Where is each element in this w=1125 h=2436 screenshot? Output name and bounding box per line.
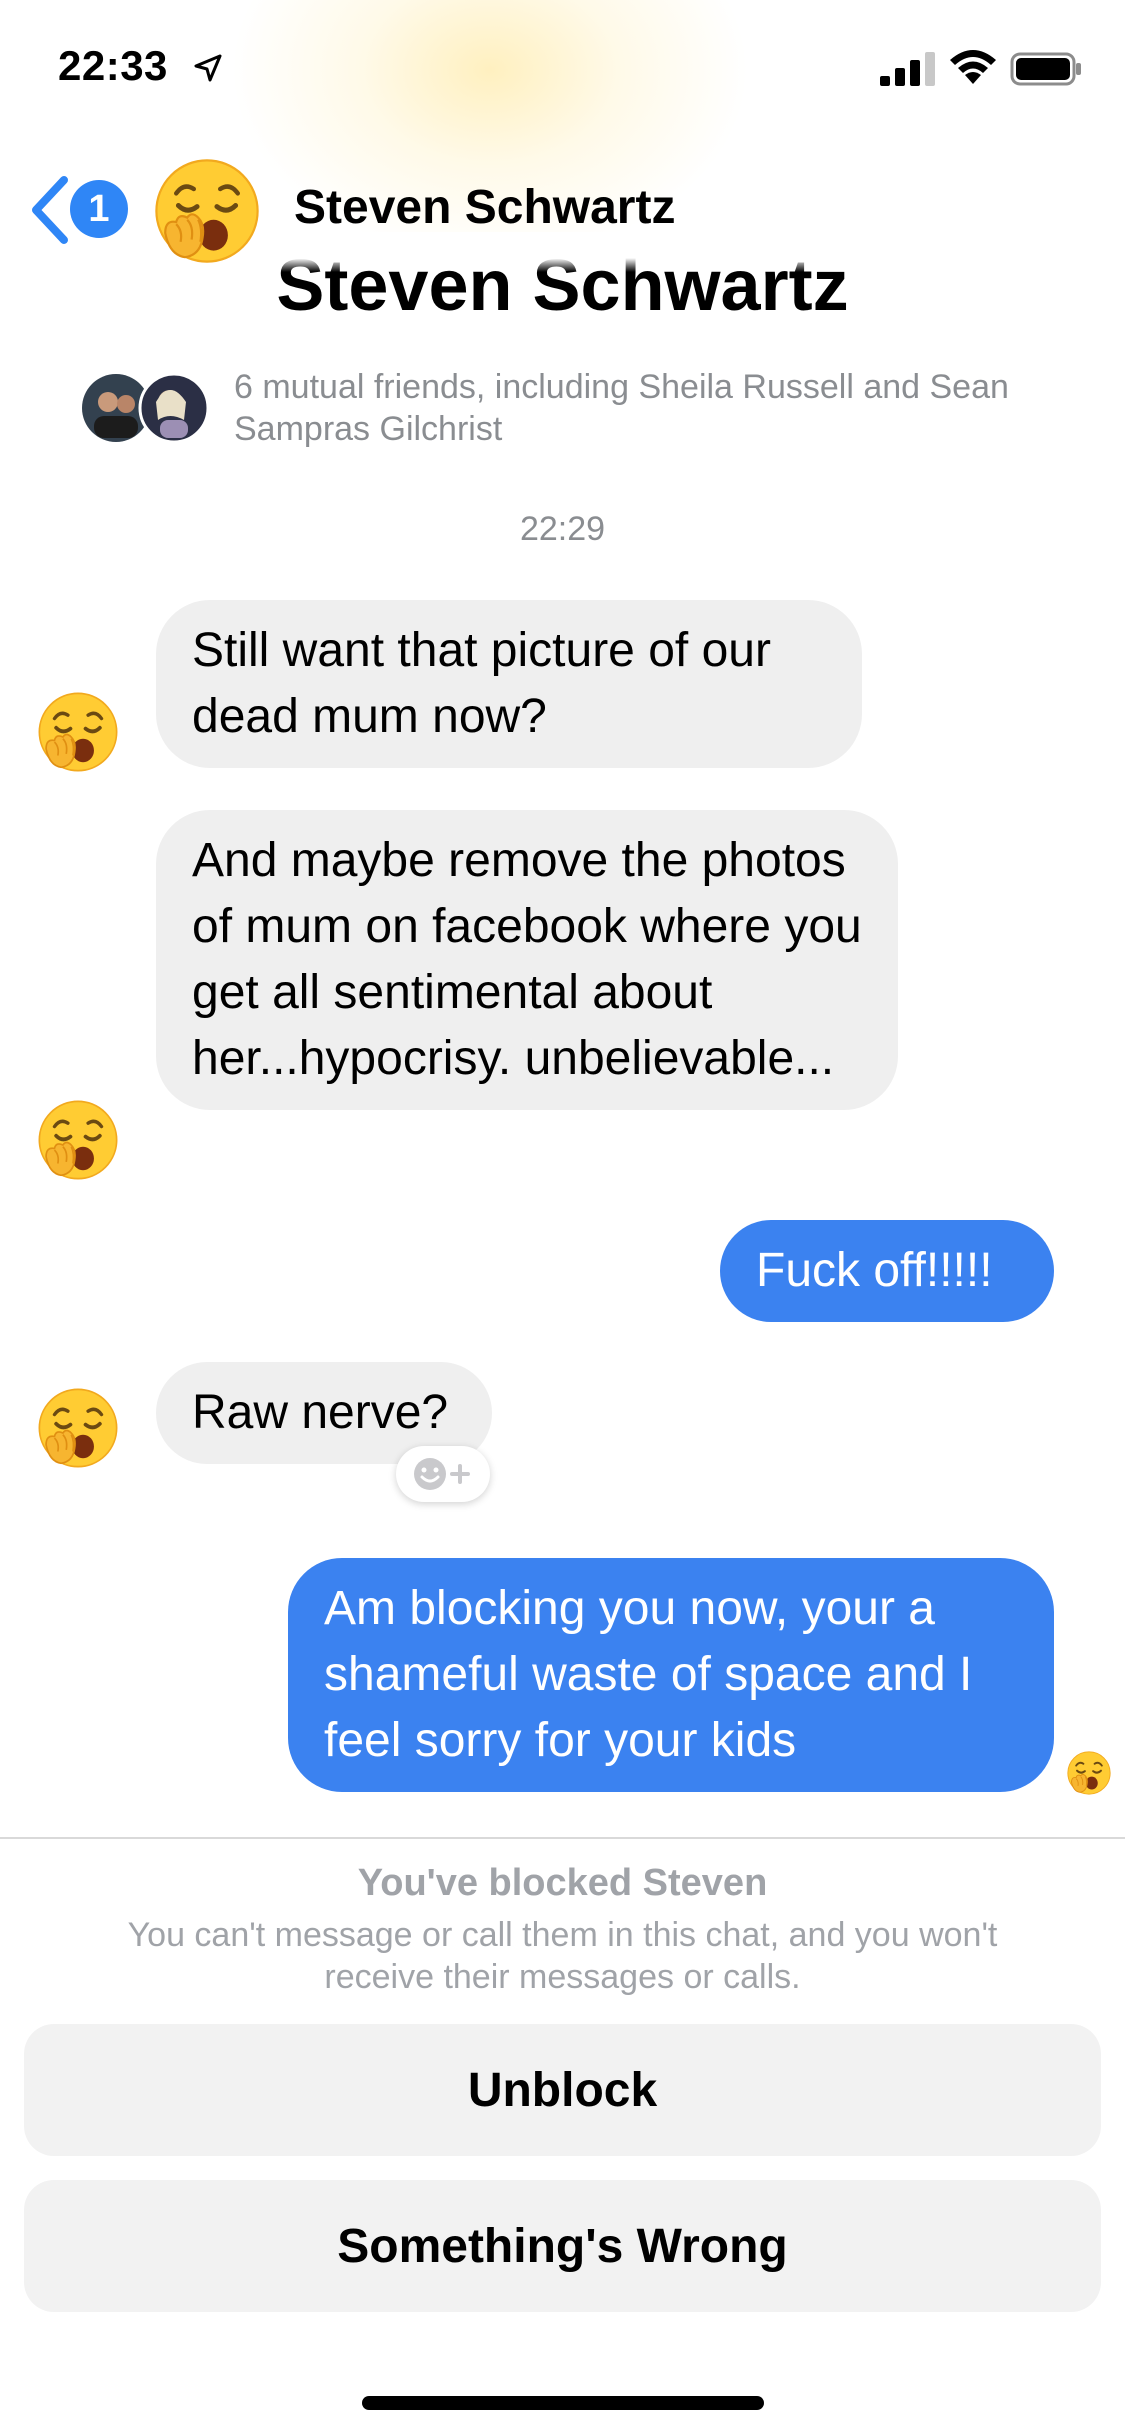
- message-bubble-outgoing[interactable]: Fuck off!!!!!: [720, 1220, 1054, 1322]
- message-bubble-incoming[interactable]: And maybe remove the photos of mum on fa…: [156, 810, 898, 1110]
- location-arrow-icon: [194, 54, 222, 82]
- message-bubble-outgoing[interactable]: Am blocking you now, your a shameful was…: [288, 1558, 1054, 1792]
- home-indicator[interactable]: [362, 2396, 764, 2410]
- mutual-friends-avatars: [82, 372, 210, 444]
- contact-avatar-yawning-face-icon[interactable]: [152, 156, 262, 266]
- blocked-title: You've blocked Steven: [357, 1862, 768, 1904]
- panel-divider: [0, 1837, 1125, 1839]
- mutual-friends-text: 6 mutual friends, including Sheila Russe…: [234, 368, 1009, 448]
- status-time: 22:33: [58, 42, 168, 89]
- header-contact-name[interactable]: Steven Schwartz: [294, 180, 675, 235]
- sender-avatar-yawning-face-icon: [36, 1098, 120, 1182]
- blocked-description: You can't message or call them in this c…: [127, 1916, 998, 1996]
- conversation-timestamp: 22:29: [519, 510, 606, 548]
- add-reaction-icon: [414, 1458, 470, 1490]
- sender-avatar-yawning-face-icon: [36, 1386, 120, 1470]
- something-wrong-button[interactable]: Something's Wrong: [24, 2180, 1101, 2312]
- wifi-icon: [950, 50, 996, 84]
- back-chevron-icon[interactable]: [28, 174, 70, 246]
- message-bubble-incoming[interactable]: Still want that picture of our dead mum …: [156, 600, 862, 768]
- add-reaction-button[interactable]: [396, 1446, 490, 1502]
- sender-avatar-yawning-face-icon: [36, 690, 120, 774]
- unread-count-badge[interactable]: 1: [70, 180, 128, 238]
- battery-icon: [1010, 52, 1081, 86]
- cellular-signal-icon: [880, 52, 935, 86]
- unblock-button[interactable]: Unblock: [24, 2024, 1101, 2156]
- seen-indicator-yawning-face-icon: [1066, 1750, 1112, 1796]
